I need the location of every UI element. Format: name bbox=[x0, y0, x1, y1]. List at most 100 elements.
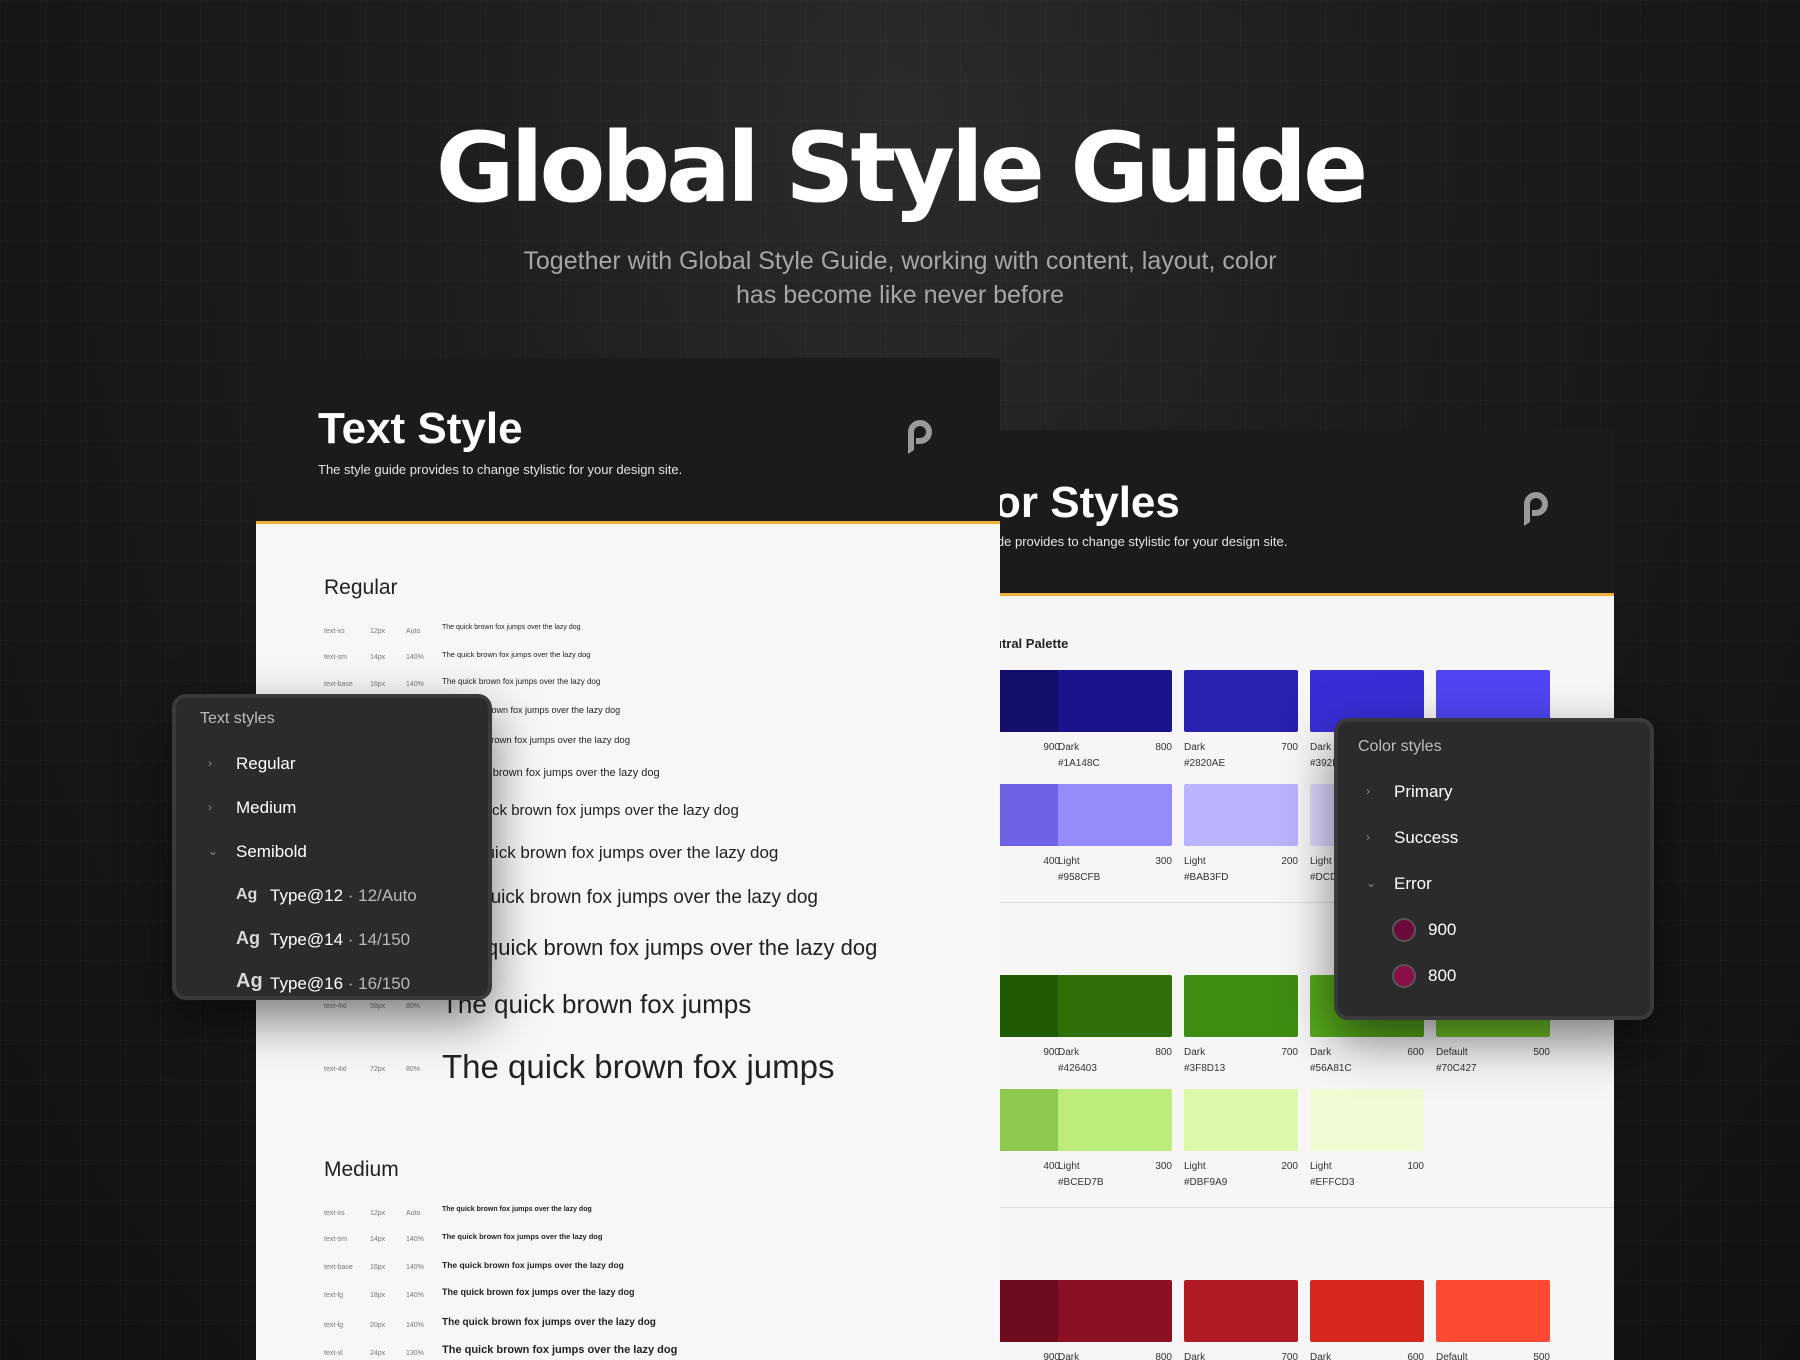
type-line-height: Auto bbox=[406, 628, 421, 635]
color-dot-icon bbox=[1392, 918, 1416, 942]
chevron-right-icon[interactable]: › bbox=[1366, 830, 1370, 844]
color-swatch[interactable] bbox=[1184, 1089, 1298, 1151]
swatch-number: 700 bbox=[1281, 742, 1298, 753]
swatch-hex: #DBF9A9 bbox=[1184, 1177, 1228, 1188]
medium-heading: Medium bbox=[324, 1158, 399, 1181]
text-style-item[interactable]: Medium bbox=[236, 798, 296, 818]
type-token: text-xl bbox=[324, 1350, 343, 1357]
text-style-subitem[interactable]: Type@14 · 14/150 bbox=[270, 930, 410, 950]
swatch-hex: #426403 bbox=[1058, 1063, 1097, 1074]
type-sample: The quick brown fox jumps bbox=[442, 1048, 835, 1085]
color-swatch[interactable] bbox=[1184, 670, 1298, 732]
hero-subtitle: Together with Global Style Guide, workin… bbox=[523, 247, 1277, 309]
swatch-number: 200 bbox=[1281, 856, 1298, 867]
color-panel-description: ide provides to change stylistic for you… bbox=[994, 534, 1288, 549]
text-panel-title: Text Style bbox=[318, 404, 523, 453]
text-panel-description: The style guide provides to change styli… bbox=[318, 462, 683, 477]
color-style-item[interactable]: Success bbox=[1394, 828, 1458, 848]
color-swatch[interactable] bbox=[1184, 975, 1298, 1037]
chevron-right-icon[interactable]: › bbox=[208, 800, 212, 814]
type-sample: The quick brown fox jumps over the lazy … bbox=[442, 843, 779, 862]
swatch-meta: Light #BCED7B 300 bbox=[1058, 1159, 1172, 1191]
type-sample: The quick brown fox jumps over the lazy … bbox=[442, 887, 818, 908]
swatch-number: 600 bbox=[1407, 1047, 1424, 1058]
swatch-meta: Light #BAB3FD 200 bbox=[1184, 854, 1298, 886]
swatch-number: 500 bbox=[1533, 1352, 1550, 1360]
type-sample: The quick brown fox jumps over the lazy … bbox=[442, 1344, 678, 1356]
color-styles-menu: Color styles › Primary › Success ⌄ Error 900 80… bbox=[1334, 718, 1654, 1020]
text-style-name: Type@12 bbox=[270, 886, 344, 905]
type-line-height: 80% bbox=[406, 1066, 421, 1073]
swatch-meta: Light #958CFB 300 bbox=[1058, 854, 1172, 886]
swatch-number: 800 bbox=[1155, 742, 1172, 753]
type-sample: The quick brown fox jumps over the lazy … bbox=[442, 677, 601, 686]
color-style-subitem[interactable]: 800 bbox=[1428, 966, 1456, 986]
swatch-hex: #1A148C bbox=[1058, 758, 1100, 769]
type-line-height: 140% bbox=[406, 1236, 424, 1243]
type-line-height: 140% bbox=[406, 1264, 424, 1271]
color-swatch[interactable] bbox=[1436, 1280, 1550, 1342]
swatch-meta: Dark 600 bbox=[1310, 1350, 1424, 1360]
color-swatch[interactable] bbox=[1058, 1089, 1172, 1151]
color-style-item[interactable]: Primary bbox=[1394, 782, 1453, 802]
chevron-right-icon[interactable]: › bbox=[208, 756, 212, 770]
swatch-number: 300 bbox=[1155, 856, 1172, 867]
type-sample: The quick brown fox jumps over the lazy … bbox=[442, 1287, 635, 1297]
swatch-number: 300 bbox=[1155, 1161, 1172, 1172]
palette-label: utral Palette bbox=[994, 636, 1069, 651]
swatch-number: 700 bbox=[1281, 1047, 1298, 1058]
text-style-name: Type@14 bbox=[270, 930, 344, 949]
color-swatch[interactable] bbox=[1058, 784, 1172, 846]
type-token: text-base bbox=[324, 1264, 353, 1271]
type-preview-icon: Ag bbox=[236, 886, 258, 903]
color-swatch[interactable] bbox=[1310, 1089, 1424, 1151]
swatch-hex: #BCED7B bbox=[1058, 1177, 1104, 1188]
type-line-height: 130% bbox=[406, 1350, 424, 1357]
type-token: text-sm bbox=[324, 654, 347, 661]
hero-title: Global Style Guide bbox=[435, 112, 1368, 224]
swatch-number: 500 bbox=[1533, 1047, 1550, 1058]
swatch-meta: Light #DBF9A9 200 bbox=[1184, 1159, 1298, 1191]
text-style-meta: · 16/150 bbox=[343, 974, 411, 993]
swatch-meta: Dark #2820AE 700 bbox=[1184, 740, 1298, 772]
type-sample: The quick brown fox jumps over the lazy … bbox=[442, 650, 591, 659]
text-panel-header: Text Style The style guide provides to c… bbox=[256, 358, 1000, 524]
chevron-down-icon[interactable]: ⌄ bbox=[208, 844, 218, 858]
swatch-meta: Default #70C427 500 bbox=[1436, 1045, 1550, 1077]
swatch-meta: Dark 800 bbox=[1058, 1350, 1172, 1360]
text-style-subitem[interactable]: Type@16 · 16/150 bbox=[270, 974, 410, 994]
type-sample: The quick brown fox jumps over the lazy … bbox=[442, 1317, 656, 1328]
color-swatch[interactable] bbox=[1058, 670, 1172, 732]
swatch-hex: #EFFCD3 bbox=[1310, 1177, 1355, 1188]
color-panel-title: or Styles bbox=[994, 478, 1180, 527]
group-divider bbox=[970, 1207, 1614, 1208]
text-style-item[interactable]: Regular bbox=[236, 754, 296, 774]
chevron-right-icon[interactable]: › bbox=[1366, 784, 1370, 798]
type-line-height: 80% bbox=[406, 1003, 421, 1010]
swatch-number: 100 bbox=[1407, 1161, 1424, 1172]
color-swatch[interactable] bbox=[1058, 1280, 1172, 1342]
swatch-meta: Dark #56A81C 600 bbox=[1310, 1045, 1424, 1077]
type-token: text-xs bbox=[324, 1210, 345, 1217]
type-sample: The quick brown fox jumps over the lazy … bbox=[442, 1206, 592, 1213]
type-line-height: 140% bbox=[406, 1322, 424, 1329]
text-styles-menu: Text styles › Regular › Medium ⌄ Semibold Ag Ty… bbox=[172, 694, 492, 1000]
color-swatch[interactable] bbox=[1184, 1280, 1298, 1342]
color-style-item[interactable]: Error bbox=[1394, 874, 1432, 894]
swatch-number: 800 bbox=[1155, 1352, 1172, 1360]
swatch-hex: #958CFB bbox=[1058, 872, 1101, 883]
type-preview-icon: Ag bbox=[236, 970, 263, 992]
type-token: text-4xl bbox=[324, 1066, 347, 1073]
color-style-subitem[interactable]: 900 bbox=[1428, 920, 1456, 940]
regular-heading: Regular bbox=[324, 576, 398, 599]
swatch-meta: Light #EFFCD3 100 bbox=[1310, 1159, 1424, 1191]
color-swatch[interactable] bbox=[1058, 975, 1172, 1037]
color-swatch[interactable] bbox=[1310, 1280, 1424, 1342]
type-size: 12px bbox=[370, 1210, 386, 1217]
swatch-number: 800 bbox=[1155, 1047, 1172, 1058]
text-style-meta: · 14/150 bbox=[343, 930, 411, 949]
text-style-subitem[interactable]: Type@12 · 12/Auto bbox=[270, 886, 417, 906]
text-style-item[interactable]: Semibold bbox=[236, 842, 307, 862]
color-swatch[interactable] bbox=[1184, 784, 1298, 846]
chevron-down-icon[interactable]: ⌄ bbox=[1366, 876, 1376, 890]
